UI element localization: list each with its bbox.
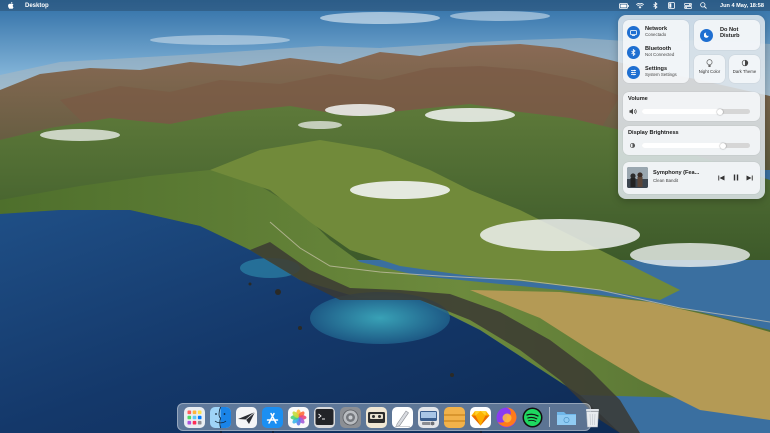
network-status: Conectado — [645, 32, 667, 38]
dark-theme-label: Dark Theme — [732, 69, 757, 74]
bluetooth-status: Not Connected — [645, 52, 675, 58]
track-artist: Clean Bandit — [653, 178, 679, 183]
dock-item-photos[interactable] — [287, 406, 310, 429]
brightness-title: Display Brightness — [628, 130, 679, 136]
menu-bar-clock[interactable]: Jun 4 May, 18:58 — [720, 3, 764, 9]
dock-separator — [549, 407, 550, 427]
sidebar-icon[interactable] — [664, 0, 680, 11]
do-not-disturb-label: Do Not Disturb — [720, 27, 740, 39]
moon-icon — [700, 28, 713, 42]
dock-item-firefox[interactable] — [495, 406, 518, 429]
dock-item-downloads-folder[interactable] — [555, 406, 578, 429]
brightness-section: Display Brightness — [623, 126, 760, 155]
dock-item-system-settings[interactable] — [339, 406, 362, 429]
bluetooth-icon — [627, 46, 640, 59]
dock-item-archive[interactable] — [443, 406, 466, 429]
network-icon — [627, 26, 640, 39]
downloads-folder-icon — [557, 411, 576, 425]
launchpad-icon — [184, 406, 205, 428]
spotify-icon — [522, 407, 543, 427]
dock-item-spotify[interactable] — [521, 406, 544, 429]
dock — [177, 403, 599, 433]
brightness-slider-fill — [642, 143, 723, 148]
sketch-icon — [470, 406, 491, 428]
brightness-slider-knob[interactable] — [720, 142, 726, 149]
cassette-icon — [366, 406, 387, 428]
running-indicator — [271, 430, 274, 433]
now-playing-section: Symphony (Fea... Clean Bandit — [623, 162, 760, 194]
system-settings-icon — [340, 406, 361, 428]
terminal-icon — [314, 406, 335, 428]
contrast-icon — [729, 59, 760, 67]
finder-icon — [210, 406, 231, 428]
apple-logo-icon[interactable] — [7, 2, 14, 10]
app-store-icon — [262, 406, 283, 428]
text-editor-icon — [392, 406, 413, 428]
next-track-icon[interactable] — [745, 173, 754, 182]
search-icon[interactable] — [696, 0, 712, 11]
settings-icon — [627, 66, 640, 79]
firefox-icon — [496, 407, 517, 427]
previous-track-icon[interactable] — [717, 173, 726, 182]
dock-item-app-store[interactable] — [261, 406, 284, 433]
trash-icon — [586, 408, 599, 427]
night-color-toggle[interactable]: Night Color — [694, 55, 725, 83]
connectivity-tile: Network Conectado Bluetooth Not Connecte… — [623, 20, 689, 83]
volume-title: Volume — [628, 96, 648, 102]
volume-slider-knob[interactable] — [717, 108, 723, 115]
volume-section: Volume — [623, 92, 760, 121]
dock-item-finder[interactable] — [209, 406, 232, 433]
dark-theme-toggle[interactable]: Dark Theme — [729, 55, 760, 83]
archive-icon — [444, 406, 465, 428]
track-title: Symphony (Fea... — [653, 170, 700, 176]
battery-icon[interactable] — [616, 0, 632, 11]
volume-slider-fill — [642, 109, 720, 114]
control-center-panel: Network Conectado Bluetooth Not Connecte… — [618, 15, 765, 199]
dock-item-launchpad[interactable] — [183, 406, 206, 429]
menu-bar-status-area: Jun 4 May, 18:58 — [616, 0, 770, 11]
night-color-label: Night Color — [698, 69, 721, 74]
brightness-icon — [629, 142, 637, 149]
bluetooth-icon[interactable] — [648, 0, 664, 11]
brightness-slider[interactable] — [642, 142, 750, 149]
dock-item-text-editor[interactable] — [391, 406, 414, 429]
bluetooth-toggle[interactable]: Bluetooth Not Connected — [627, 46, 674, 59]
pause-icon[interactable] — [731, 173, 740, 182]
dock-item-sketch[interactable] — [469, 406, 492, 433]
dock-item-cassette[interactable] — [365, 406, 388, 429]
active-app-title[interactable]: Desktop — [25, 3, 49, 9]
control-center-icon[interactable] — [680, 0, 696, 11]
dock-item-trash[interactable] — [581, 406, 604, 429]
lightbulb-icon — [694, 59, 725, 68]
speaker-icon — [629, 108, 637, 115]
network-toggle[interactable]: Network Conectado — [627, 26, 667, 39]
album-art[interactable] — [627, 167, 648, 188]
do-not-disturb-toggle[interactable]: Do Not Disturb — [694, 20, 760, 50]
volume-slider[interactable] — [642, 108, 750, 115]
dock-item-disk-utility[interactable] — [417, 406, 440, 429]
menu-bar: Desktop Jun 4 May, 18:58 — [0, 0, 770, 11]
settings-button[interactable]: Settings System Settings — [627, 66, 677, 79]
mail-icon — [236, 406, 257, 428]
dock-item-terminal[interactable] — [313, 406, 336, 429]
photos-icon — [288, 406, 309, 428]
disk-utility-icon — [418, 406, 439, 428]
wifi-icon[interactable] — [632, 0, 648, 11]
running-indicator — [219, 430, 222, 433]
settings-sublabel: System Settings — [645, 72, 677, 78]
running-indicator — [479, 430, 482, 433]
dock-item-mail[interactable] — [235, 406, 258, 429]
